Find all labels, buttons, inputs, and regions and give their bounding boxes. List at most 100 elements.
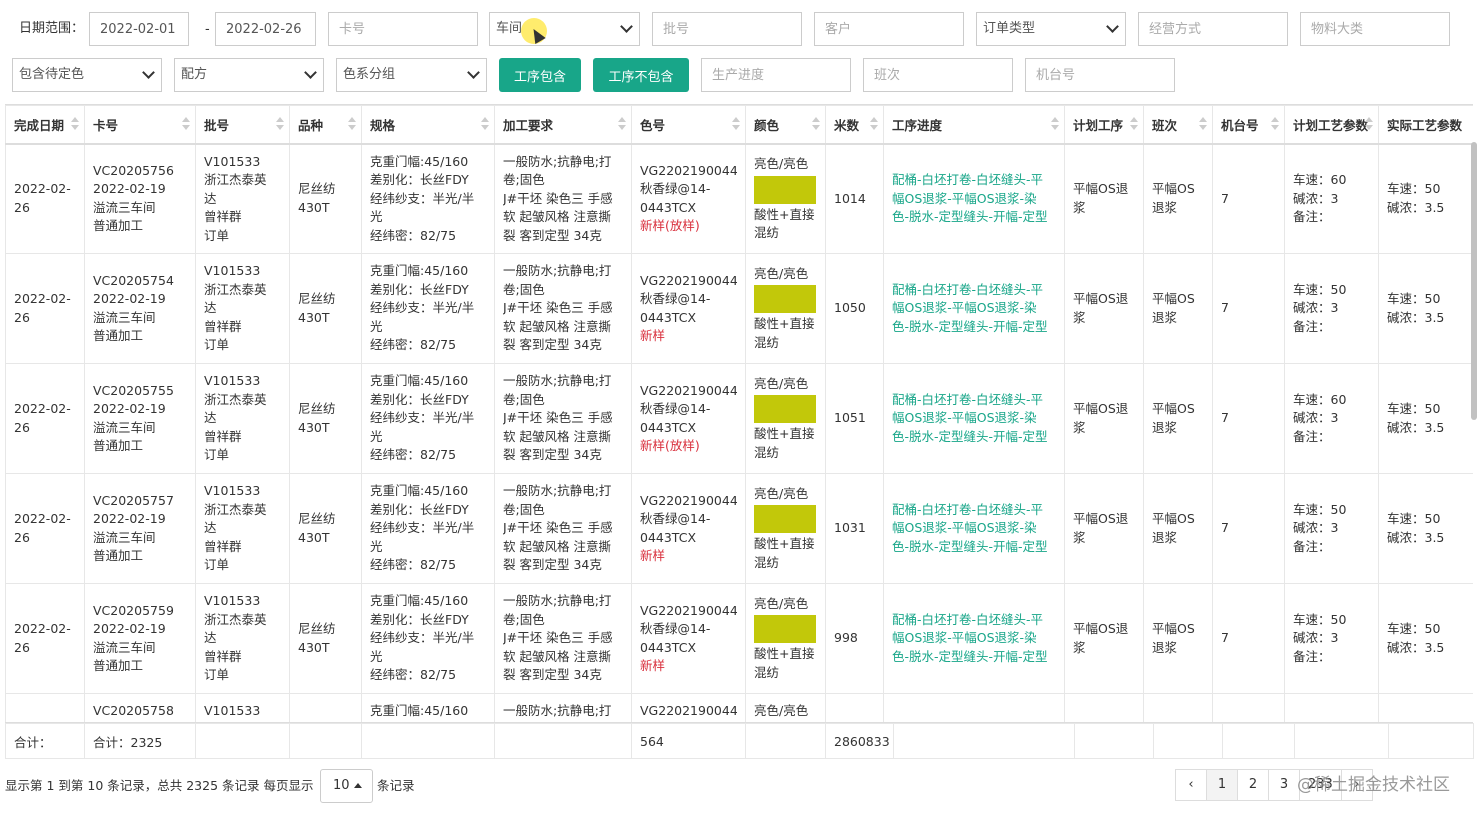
page-button-3[interactable]: 3 [1268,769,1300,801]
date-to-input[interactable] [215,12,316,46]
col-actual-params-header[interactable]: 实际工艺参数 [1378,105,1473,145]
date-from-input[interactable] [89,12,189,46]
workshop-select[interactable]: 车间 [489,12,640,46]
recipe-select[interactable]: 配方 [174,58,324,92]
progress-cell-line: 配桶-白坯打卷-白坯缝头-平 [892,611,1044,627]
variety-cell: 尼丝纺 430T [289,143,362,254]
prev-page-button[interactable]: ‹ [1175,769,1207,801]
col-batch-no-header[interactable]: 批号 [195,105,290,145]
sort-icon[interactable] [1130,117,1138,131]
plan-process-cell: 平幅OS退浆 [1064,253,1144,364]
plan-params-cell-line: 碱浓：3 [1293,190,1339,206]
actual-params-cell: 车速：50 碱浓：3.5 [1378,143,1473,254]
requirement-cell-line: 软 起皱风格 注意撕 [503,209,611,224]
spec-cell-line: 经纬纱支：半光/半 [370,520,475,536]
material-category-input[interactable] [1300,12,1450,46]
col-shift-header[interactable]: 班次 [1143,105,1213,145]
color-swatch [754,175,816,204]
color-group-select[interactable]: 色系分组 [336,58,487,92]
col-color-header[interactable]: 颜色 [745,105,826,145]
sort-icon[interactable] [276,117,284,131]
batch-no-cell-line: 订单 [204,227,230,243]
col-machine-no-header[interactable]: 机台号 [1212,105,1285,145]
batch-no-cell-line: V101533 [204,153,261,169]
vertical-scrollbar[interactable] [1471,142,1477,420]
spec-cell-line: 光 [370,648,383,664]
sort-icon[interactable] [812,117,820,131]
data-grid: 完成日期 卡号 批号 品种 规格 加工要求 色号 颜色 米数 工序进度 计划工序 班次 机台号 计划工艺参… [5,104,1473,722]
sort-icon[interactable] [71,117,79,131]
variety-cell-line: 尼丝纺 [298,181,336,197]
chevron-down-icon [467,66,480,79]
col-spec-header[interactable]: 规格 [361,105,495,145]
batch-no-cell-line: 达 [204,630,217,646]
variety-cell-line: 430T [298,419,330,435]
sort-icon[interactable] [1271,117,1279,131]
sort-icon[interactable] [1199,117,1207,131]
process-include-button[interactable]: 工序包含 [499,58,581,92]
page-button-2[interactable]: 2 [1237,769,1269,801]
sort-icon[interactable] [618,117,626,131]
sort-icon[interactable] [732,117,740,131]
col-plan-process-header[interactable]: 计划工序 [1064,105,1144,145]
sort-icon[interactable] [481,117,489,131]
summary-color-no-total: 564 [631,723,746,759]
customer-input[interactable] [814,12,964,46]
progress-cell-line: 色-脱水-定型缝头-开幅-定型 [892,648,1048,664]
table-row[interactable]: 2022-02- 26 VC20205756 2022-02-19 溢流三车间 普通加工 V… [5,143,1473,254]
order-type-select[interactable]: 订单类型 [976,12,1126,46]
col-requirement-header[interactable]: 加工要求 [494,105,632,145]
col-variety-header[interactable]: 品种 [289,105,362,145]
spec-cell: 克重门幅:45/160 差别化：长丝FDY 经纬纱支：半光/半光经纬密：82/75 [361,583,495,694]
plan-params-cell: 车速：50 碱浓：3 备注： [1284,583,1379,694]
page-size-dropdown[interactable]: 10 [320,769,373,803]
process-exclude-button[interactable]: 工序不包含 [593,58,689,92]
spec-cell-line: 差别化：长丝FDY [370,611,469,627]
table-row[interactable]: 2022-02- 26 VC20205759 2022-02-19 溢流三车间 普通加工 V… [5,583,1473,694]
page-button-1[interactable]: 1 [1206,769,1238,801]
col-progress-header[interactable]: 工序进度 [883,105,1065,145]
color-no-cell-line: VG2202190044 [640,162,737,178]
spec-cell-line: 差别化：长丝FDY [370,172,469,187]
business-mode-input[interactable] [1138,12,1288,46]
spec-cell-line: 差别化：长丝FDY [370,281,469,297]
records-suffix: 条记录 [377,778,415,793]
sort-icon[interactable] [870,117,878,131]
progress-cell-line: 幅OS退浆-平幅OS退浆-染 [892,300,1037,316]
color-no-cell: VG2202190044 [631,693,746,722]
col-plan-params-header[interactable]: 计划工艺参数 [1284,105,1379,145]
actual-params-cell-line: 车速：50 [1387,401,1441,416]
sort-icon[interactable] [348,117,356,131]
progress-cell-line: 色-脱水-定型缝头-开幅-定型 [892,209,1048,224]
col-card-no-header[interactable]: 卡号 [84,105,196,145]
table-row[interactable]: 2022-02- 26 VC20205754 2022-02-19 溢流三车间 普通加工 V… [5,253,1473,364]
requirement-cell-line: 裂 客到定型 34克 [503,667,602,683]
card-no-cell: VC20205754 2022-02-19 溢流三车间 普通加工 [84,253,196,364]
shift-cell-line: 退浆 [1152,199,1178,215]
table-row[interactable]: VC20205758 V101533 克重门幅:45/160 一般防水;抗静电;打 VG… [5,693,1473,722]
variety-cell: 尼丝纺 430T [289,473,362,584]
table-row[interactable]: 2022-02- 26 VC20205755 2022-02-19 溢流三车间 普通加工 V… [5,363,1473,474]
sort-icon[interactable] [182,117,190,131]
color-no-cell-line: 0443TCX [640,419,697,435]
column-header-label: 批号 [204,117,230,133]
col-color-no-header[interactable]: 色号 [631,105,746,145]
shift-cell-line: 平幅OS [1152,511,1195,526]
col-meters-header[interactable]: 米数 [825,105,884,145]
summary-meters-total: 2860833 [825,723,894,759]
spec-cell-line: 经纬密：82/75 [370,667,457,683]
machine-no-input[interactable] [1025,58,1175,92]
completion-date-cell-line: 26 [14,199,30,215]
production-progress-input[interactable] [701,58,851,92]
shift-input[interactable] [863,58,1013,92]
card-no-input[interactable] [328,12,478,46]
batch-no-input[interactable] [652,12,802,46]
sort-icon[interactable] [1051,117,1059,131]
pending-color-select[interactable]: 包含待定色 [12,58,162,92]
plan-params-cell [1284,693,1379,722]
sort-icon[interactable] [1365,117,1373,131]
spec-cell-line: 经纬密：82/75 [370,557,457,573]
table-row[interactable]: 2022-02- 26 VC20205757 2022-02-19 溢流三车间 普通加工 V… [5,473,1473,584]
order-type-select-value: 订单类型 [983,21,1036,36]
col-completion-date-header[interactable]: 完成日期 [5,105,85,145]
